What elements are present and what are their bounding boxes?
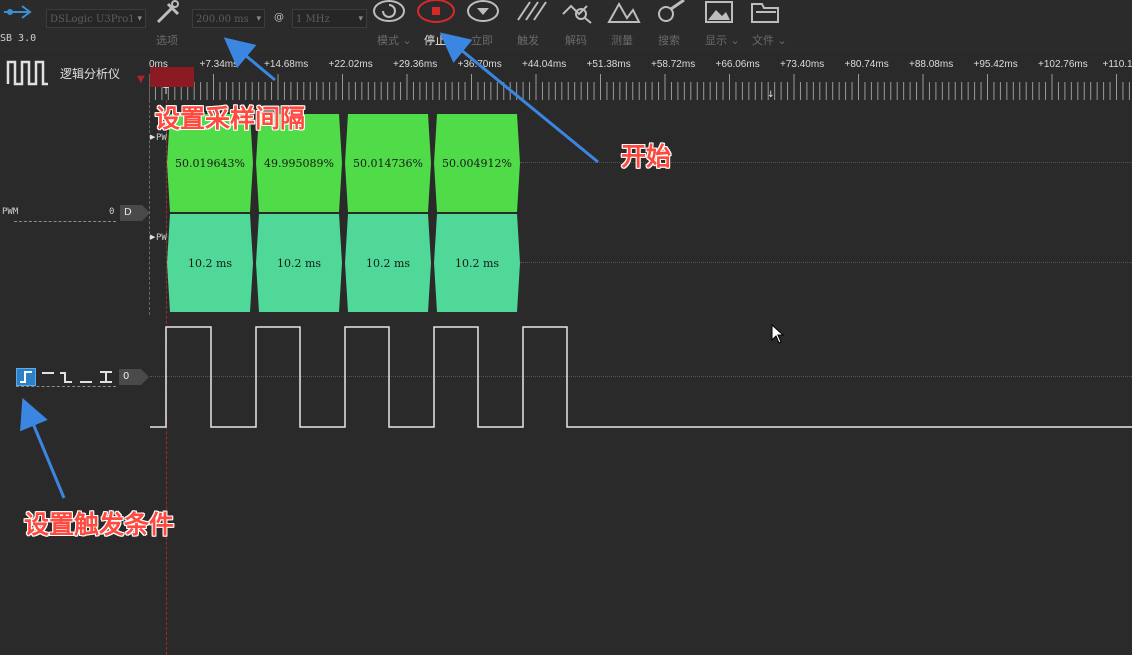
annotation-start: 开始 bbox=[621, 143, 672, 171]
annotation-trigger-condition: 设置触发条件 bbox=[24, 511, 175, 539]
annotation-sample-interval: 设置采样间隔 bbox=[155, 105, 306, 133]
